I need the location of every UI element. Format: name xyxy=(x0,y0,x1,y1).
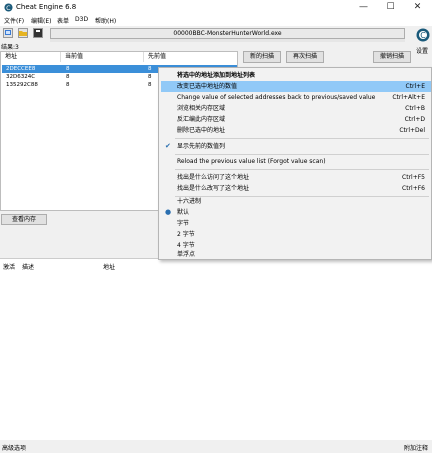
menu-item-float[interactable]: 单浮点 xyxy=(161,249,431,260)
menu-item-label: 将选中的地址添加到地址列表 xyxy=(177,72,256,79)
svg-text:C: C xyxy=(6,5,11,12)
menu-item-label: Change value of selected addresses back … xyxy=(177,94,376,101)
menu-item-label: 反汇编此内存区域 xyxy=(177,116,226,123)
cheat-engine-icon: C xyxy=(4,3,13,12)
menu-item-find-write[interactable]: 找出是什么改写了这个地址 Ctrl+F6 xyxy=(161,183,431,194)
context-menu: 将选中的地址添加到地址列表 改变已选中地址的数值 Ctrl+E Change v… xyxy=(158,67,432,260)
result-current-value: 8 xyxy=(66,66,70,72)
menu-separator xyxy=(175,154,429,155)
scan-progress-bar xyxy=(50,39,405,42)
column-header-description[interactable]: 描述 xyxy=(22,262,34,271)
result-address: 32D6324C xyxy=(6,74,36,80)
menu-item-hex[interactable]: 十六进制 xyxy=(161,196,431,207)
menu-item-label: 默认 xyxy=(177,209,190,216)
menu-item-browse-memory[interactable]: 浏览相关内存区域 Ctrl+B xyxy=(161,103,431,114)
found-count: 结果:3 xyxy=(1,44,19,51)
radio-dot-icon: ● xyxy=(165,208,172,216)
close-button[interactable]: ✕ xyxy=(404,0,431,15)
result-previous-value: 8 xyxy=(148,82,152,88)
cheat-engine-logo-icon[interactable]: C xyxy=(416,27,430,47)
menu-item-label: Reload the previous value list (Forgot v… xyxy=(177,158,326,165)
menu-help[interactable]: 帮助(H) xyxy=(95,16,116,25)
menu-item-label: 十六进制 xyxy=(177,198,202,205)
menu-file[interactable]: 文件(F) xyxy=(4,16,24,25)
address-list[interactable]: 激活 描述 地址 xyxy=(0,258,432,441)
new-scan-button[interactable]: 新的扫描 xyxy=(243,51,281,63)
menu-item-label: 找出是什么改写了这个地址 xyxy=(177,185,250,192)
result-previous-value: 8 xyxy=(148,74,152,80)
menu-item-disassemble[interactable]: 反汇编此内存区域 Ctrl+D xyxy=(161,114,431,125)
menu-item-label: 找出是什么访问了这个地址 xyxy=(177,174,250,181)
menu-item-find-access[interactable]: 找出是什么访问了这个地址 Ctrl+F5 xyxy=(161,172,431,183)
checkmark-icon: ✔ xyxy=(165,142,171,150)
column-header-current-value[interactable]: 当前值 xyxy=(61,52,144,62)
menu-table[interactable]: 表单 xyxy=(57,16,69,25)
column-header-active[interactable]: 激活 xyxy=(3,262,15,271)
result-current-value: 8 xyxy=(66,82,70,88)
advanced-options-link[interactable]: 高级选项 xyxy=(2,443,26,452)
window-title: Cheat Engine 6.8 xyxy=(16,3,77,11)
status-bar: 高级选项 附加注释 xyxy=(0,440,432,453)
open-file-icon[interactable] xyxy=(18,28,28,38)
menu-item-delete-selected[interactable]: 删除已选中的地址 Ctrl+Del xyxy=(161,125,431,136)
menu-item-label: 显示先前的数值列 xyxy=(177,143,226,150)
result-address: 2DECCEE8 xyxy=(6,66,36,72)
menu-item-revert-value[interactable]: Change value of selected addresses back … xyxy=(161,92,431,103)
menu-item-label: 2 字节 xyxy=(177,231,195,238)
menu-item-shortcut: Ctrl+B xyxy=(405,105,425,112)
menu-item-shortcut: Ctrl+F5 xyxy=(402,174,425,181)
result-current-value: 8 xyxy=(66,74,70,80)
menu-item-show-previous[interactable]: ✔ 显示先前的数值列 xyxy=(161,141,431,152)
result-previous-value: 8 xyxy=(148,66,152,72)
column-header-address[interactable]: 地址 xyxy=(1,52,61,62)
undo-scan-button[interactable]: 撤销扫描 xyxy=(373,51,411,63)
menu-item-shortcut: Ctrl+E xyxy=(405,83,426,90)
menu-edit[interactable]: 编辑(E) xyxy=(31,16,51,25)
menu-separator xyxy=(175,169,429,170)
menu-separator xyxy=(175,138,429,139)
menu-item-add-to-list[interactable]: 将选中的地址添加到地址列表 xyxy=(161,70,431,81)
save-icon[interactable] xyxy=(33,28,43,38)
menu-bar: 文件(F) 编辑(E) 表单 D3D 帮助(H) xyxy=(0,15,432,26)
menu-item-shortcut: Ctrl+Alt+E xyxy=(392,94,425,101)
settings-label[interactable]: 设置 xyxy=(416,46,428,55)
menu-item-label: 单浮点 xyxy=(177,251,196,258)
menu-item-label: 浏览相关内存区域 xyxy=(177,105,226,112)
result-address: 135292C88 xyxy=(6,82,38,88)
minimize-button[interactable]: — xyxy=(350,0,377,15)
maximize-button[interactable]: ☐ xyxy=(377,0,404,15)
menu-item-default[interactable]: ● 默认 xyxy=(161,207,431,218)
menu-item-change-value[interactable]: 改变已选中地址的数值 Ctrl+E xyxy=(161,81,431,92)
next-scan-button[interactable]: 再次扫描 xyxy=(286,51,324,63)
menu-item-shortcut: Ctrl+Del xyxy=(399,127,425,134)
menu-item-label: 删除已选中的地址 xyxy=(177,127,226,134)
table-extras-link[interactable]: 附加注释 xyxy=(404,443,428,452)
column-header-previous-value[interactable]: 先前值 xyxy=(144,52,237,62)
open-process-icon[interactable] xyxy=(3,28,13,38)
menu-item-shortcut: Ctrl+F6 xyxy=(402,185,425,192)
menu-item-shortcut: Ctrl+D xyxy=(404,116,425,123)
menu-item-byte[interactable]: 字节 xyxy=(161,218,431,229)
column-header-addr[interactable]: 地址 xyxy=(103,262,115,271)
view-memory-button[interactable]: 查看内存 xyxy=(1,214,47,225)
menu-item-label: 字节 xyxy=(177,220,190,227)
menu-item-reload-previous[interactable]: Reload the previous value list (Forgot v… xyxy=(161,156,431,167)
menu-d3d[interactable]: D3D xyxy=(75,16,88,23)
process-name: 00000BBC-MonsterHunterWorld.exe xyxy=(50,28,405,39)
menu-item-label: 改变已选中地址的数值 xyxy=(177,83,238,90)
menu-item-2-byte[interactable]: 2 字节 xyxy=(161,229,431,240)
title-bar: C Cheat Engine 6.8 — ☐ ✕ xyxy=(0,0,432,15)
svg-text:C: C xyxy=(420,31,426,40)
